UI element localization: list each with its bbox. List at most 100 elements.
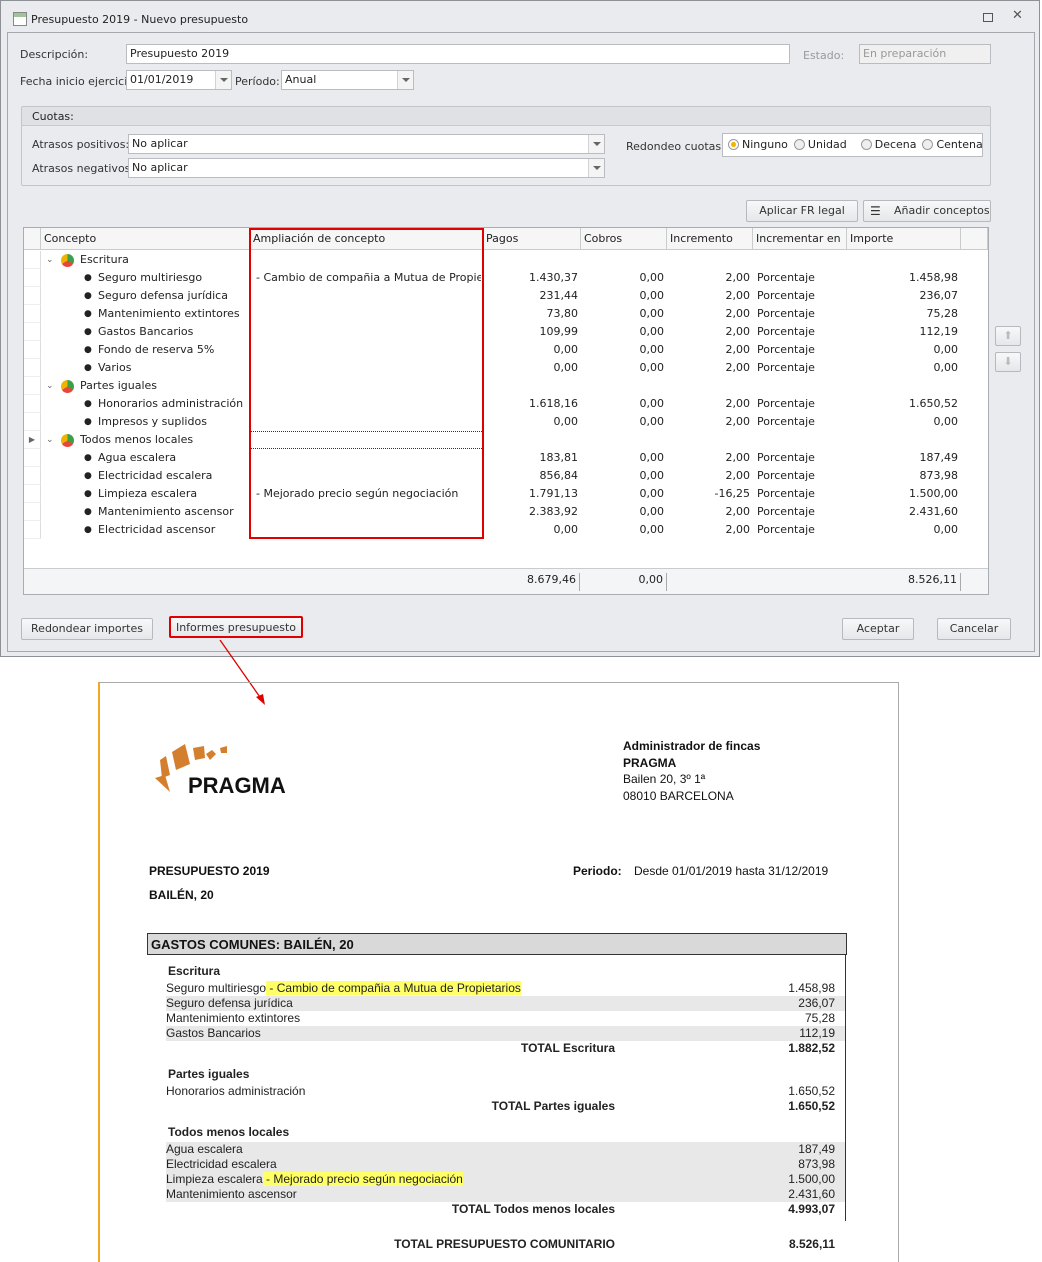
incrementar-en[interactable]: Porcentaje — [757, 359, 847, 377]
cobros[interactable]: 0,00 — [581, 359, 667, 377]
importe[interactable]: 75,28 — [847, 305, 961, 323]
importe[interactable]: 1.650,52 — [847, 395, 961, 413]
cobros[interactable]: 0,00 — [581, 503, 667, 521]
importe[interactable]: 0,00 — [847, 359, 961, 377]
table-row[interactable]: ● Electricidad ascensor 0,00 0,00 2,00 Porcen… — [24, 521, 988, 539]
table-row[interactable]: ● Gastos Bancarios 109,99 0,00 2,00 Porcentaj… — [24, 323, 988, 341]
pagos[interactable]: 856,84 — [483, 467, 581, 485]
column-header[interactable]: Incrementar en — [753, 228, 847, 250]
incrementar-en[interactable]: Porcentaje — [757, 395, 847, 413]
radio-unidad[interactable]: Unidad — [793, 138, 847, 151]
importe[interactable]: 0,00 — [847, 413, 961, 431]
radio-centena[interactable]: Centena — [922, 138, 983, 151]
group-row[interactable]: ▶ ⌄ Todos menos locales — [24, 431, 988, 449]
anadir-conceptos-button[interactable]: ☰ Añadir conceptos — [863, 200, 991, 222]
incremento[interactable]: -16,25 — [667, 485, 753, 503]
pagos[interactable]: 109,99 — [483, 323, 581, 341]
incrementar-en[interactable]: Porcentaje — [757, 467, 847, 485]
column-header[interactable]: Cobros — [581, 228, 667, 250]
incrementar-en[interactable]: Porcentaje — [757, 305, 847, 323]
cobros[interactable]: 0,00 — [581, 323, 667, 341]
pagos[interactable]: 183,81 — [483, 449, 581, 467]
cobros[interactable]: 0,00 — [581, 467, 667, 485]
chevron-down-icon[interactable] — [588, 159, 604, 177]
cobros[interactable]: 0,00 — [581, 305, 667, 323]
pagos[interactable]: 73,80 — [483, 305, 581, 323]
descripcion-input[interactable]: Presupuesto 2019 — [126, 44, 790, 64]
cobros[interactable]: 0,00 — [581, 413, 667, 431]
incremento[interactable]: 2,00 — [667, 305, 753, 323]
radio-ninguno[interactable]: Ninguno — [728, 138, 788, 151]
incremento[interactable]: 2,00 — [667, 521, 753, 539]
table-row[interactable]: ● Fondo de reserva 5% 0,00 0,00 2,00 Porcenta… — [24, 341, 988, 359]
incremento[interactable]: 2,00 — [667, 323, 753, 341]
incrementar-en[interactable]: Porcentaje — [757, 521, 847, 539]
pagos[interactable]: 2.383,92 — [483, 503, 581, 521]
cobros[interactable]: 0,00 — [581, 449, 667, 467]
incrementar-en[interactable]: Porcentaje — [757, 323, 847, 341]
importe[interactable]: 1.458,98 — [847, 269, 961, 287]
cobros[interactable]: 0,00 — [581, 341, 667, 359]
importe[interactable]: 0,00 — [847, 521, 961, 539]
importe[interactable]: 112,19 — [847, 323, 961, 341]
incremento[interactable]: 2,00 — [667, 413, 753, 431]
table-row[interactable]: ● Mantenimiento extintores 73,80 0,00 2,00 Po… — [24, 305, 988, 323]
chevron-down-icon[interactable] — [588, 135, 604, 153]
pagos[interactable]: 0,00 — [483, 341, 581, 359]
column-header[interactable]: Pagos — [483, 228, 581, 250]
incremento[interactable]: 2,00 — [667, 395, 753, 413]
importe[interactable]: 873,98 — [847, 467, 961, 485]
table-row[interactable]: ● Electricidad escalera 856,84 0,00 2,00 Porc… — [24, 467, 988, 485]
table-row[interactable]: ● Mantenimiento ascensor 2.383,92 0,00 2,00 P… — [24, 503, 988, 521]
cobros[interactable]: 0,00 — [581, 395, 667, 413]
incremento[interactable]: 2,00 — [667, 269, 753, 287]
table-row[interactable]: ● Agua escalera 183,81 0,00 2,00 Porcentaje 18… — [24, 449, 988, 467]
incrementar-en[interactable]: Porcentaje — [757, 449, 847, 467]
table-row[interactable]: ● Honorarios administración 1.618,16 0,00 2,… — [24, 395, 988, 413]
pagos[interactable]: 0,00 — [483, 521, 581, 539]
pagos[interactable]: 1.618,16 — [483, 395, 581, 413]
pagos[interactable]: 0,00 — [483, 359, 581, 377]
incremento[interactable]: 2,00 — [667, 359, 753, 377]
move-up-button[interactable]: ⬆ — [995, 326, 1021, 346]
radio-icon[interactable] — [860, 139, 872, 150]
incrementar-en[interactable]: Porcentaje — [757, 341, 847, 359]
importe[interactable]: 236,07 — [847, 287, 961, 305]
incrementar-en[interactable]: Porcentaje — [757, 503, 847, 521]
atrasos-positivos-select[interactable]: No aplicar — [128, 134, 605, 154]
cobros[interactable]: 0,00 — [581, 485, 667, 503]
importe[interactable]: 0,00 — [847, 341, 961, 359]
incremento[interactable]: 2,00 — [667, 341, 753, 359]
periodo-select[interactable]: Anual — [281, 70, 414, 90]
column-header[interactable]: Incremento — [667, 228, 753, 250]
radio-icon[interactable] — [793, 139, 805, 150]
pagos[interactable]: 1.430,37 — [483, 269, 581, 287]
radio-icon[interactable] — [922, 139, 934, 150]
table-row[interactable]: ● Impresos y suplidos 0,00 0,00 2,00 Porcenta… — [24, 413, 988, 431]
aplicar-fr-legal-button[interactable]: Aplicar FR legal — [746, 200, 858, 222]
aceptar-button[interactable]: Aceptar — [842, 618, 914, 640]
radio-decena[interactable]: Decena — [860, 138, 916, 151]
chevron-down-icon[interactable]: ⌄ — [46, 431, 58, 449]
restore-icon[interactable] — [983, 13, 993, 22]
incremento[interactable]: 2,00 — [667, 503, 753, 521]
redondear-importes-button[interactable]: Redondear importes — [21, 618, 153, 640]
cobros[interactable]: 0,00 — [581, 521, 667, 539]
importe[interactable]: 187,49 — [847, 449, 961, 467]
chevron-down-icon[interactable]: ⌄ — [46, 377, 58, 395]
incrementar-en[interactable]: Porcentaje — [757, 413, 847, 431]
radio-icon[interactable] — [728, 139, 739, 150]
group-row[interactable]: ⌄ Partes iguales — [24, 377, 988, 395]
incremento[interactable]: 2,00 — [667, 287, 753, 305]
table-row[interactable]: ● Seguro defensa jurídica 231,44 0,00 2,00 Po… — [24, 287, 988, 305]
pagos[interactable]: 231,44 — [483, 287, 581, 305]
importe[interactable]: 1.500,00 — [847, 485, 961, 503]
cancelar-button[interactable]: Cancelar — [937, 618, 1011, 640]
pagos[interactable]: 1.791,13 — [483, 485, 581, 503]
cobros[interactable]: 0,00 — [581, 287, 667, 305]
pagos[interactable]: 0,00 — [483, 413, 581, 431]
close-icon[interactable]: ✕ — [1012, 8, 1023, 23]
chevron-down-icon[interactable]: ⌄ — [46, 251, 58, 269]
incrementar-en[interactable]: Porcentaje — [757, 485, 847, 503]
incremento[interactable]: 2,00 — [667, 467, 753, 485]
